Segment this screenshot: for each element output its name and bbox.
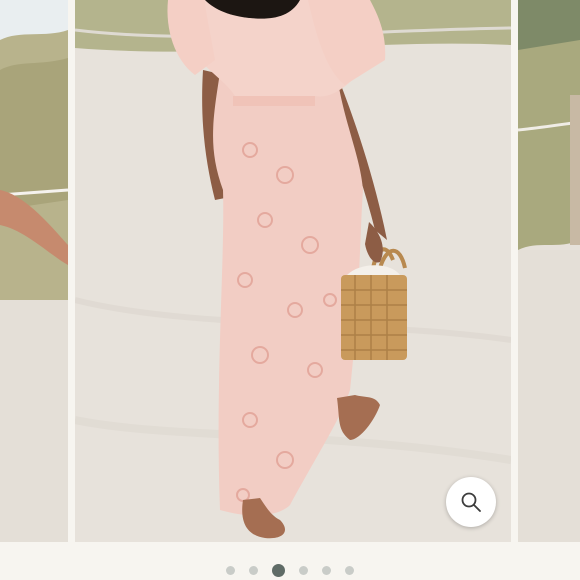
image-carousel[interactable] [0, 0, 580, 542]
pagination-dot[interactable] [249, 565, 258, 575]
carousel-pagination [0, 558, 580, 580]
carousel-slide-next[interactable] [518, 0, 580, 542]
product-photo [75, 0, 511, 542]
magnifier-icon [461, 492, 481, 512]
pagination-dot[interactable] [345, 565, 354, 575]
carousel-slide-current[interactable] [75, 0, 511, 542]
next-slide-image [518, 0, 580, 542]
pagination-dot[interactable] [299, 565, 308, 575]
previous-slide-image [0, 0, 68, 542]
product-gallery [0, 0, 580, 580]
carousel-slide-previous[interactable] [0, 0, 68, 542]
zoom-button[interactable] [446, 477, 496, 527]
pagination-dot[interactable] [322, 565, 331, 575]
pagination-dot[interactable] [226, 565, 235, 575]
pagination-dot-active[interactable] [272, 563, 285, 577]
